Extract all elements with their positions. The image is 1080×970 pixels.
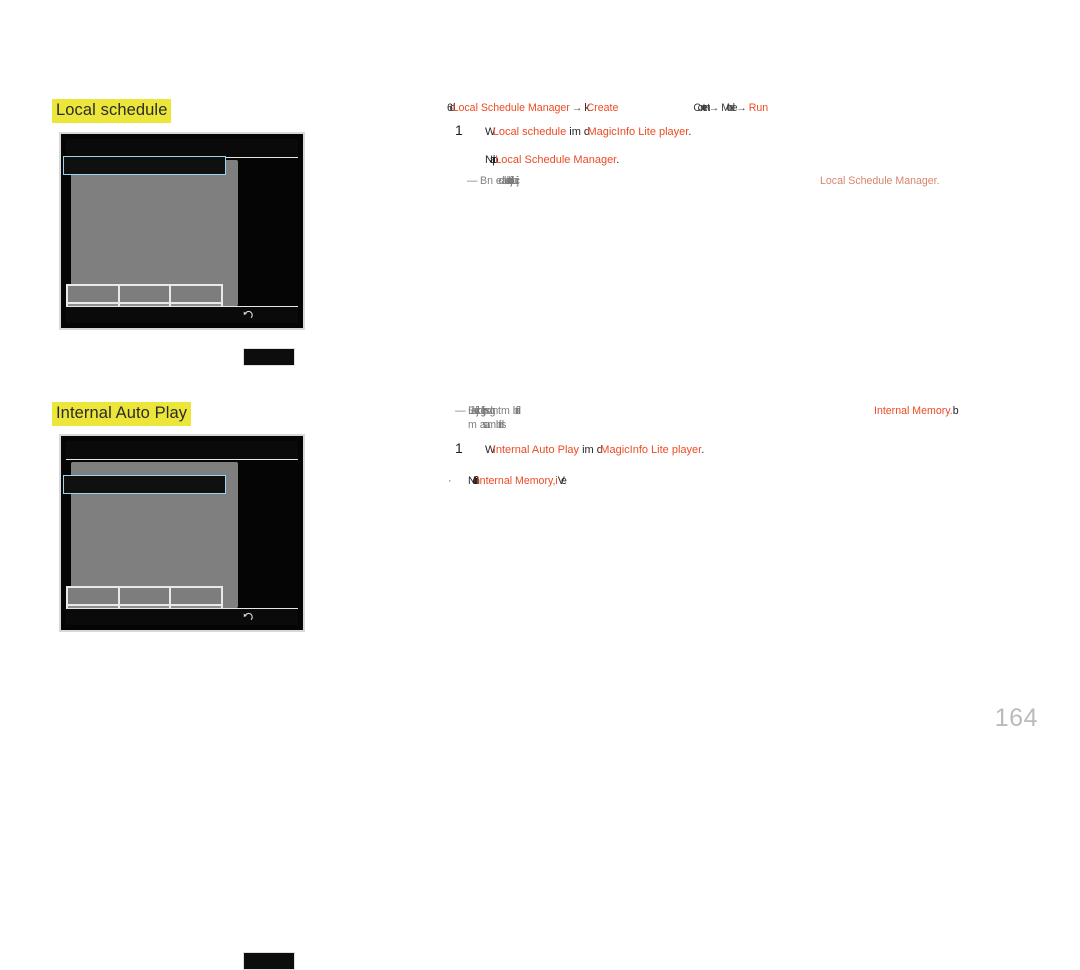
mockup-grid-cell xyxy=(171,286,221,302)
mockup-footer xyxy=(66,306,298,323)
note-grey-line2-b: asam xyxy=(479,419,496,431)
bullet-dot-icon: · xyxy=(448,475,452,487)
step-overlap-lead: W xyxy=(485,126,495,138)
note-grey-overlap: edableldjtabcji xyxy=(495,175,518,187)
step-number: 1 xyxy=(455,440,463,456)
internal-auto-play-mockup xyxy=(59,434,305,970)
mockup-titlebar xyxy=(66,441,298,460)
step-term-2: MagicInfo Lite player xyxy=(600,444,702,456)
return-arrow-icon xyxy=(242,309,254,321)
step-overlap-lead: W xyxy=(485,444,495,456)
step-term-2: MagicInfo Lite player xyxy=(587,126,689,138)
note-internal-auto-play-line1: — Eladjkdgjhsdgn tm bfdi xyxy=(455,404,521,418)
breadcrumb-local-schedule: 6dLocal Schedule Manager → kCreate Content… xyxy=(447,101,768,115)
step-item-local-schedule: 1 WLocal schedule im dMagicInfo Lite pla… xyxy=(455,122,692,140)
bullet-overlap-tail: Ve xyxy=(557,475,567,487)
breadcrumb-item-2: Create xyxy=(586,102,619,114)
right-note-internal-auto-play: Internal Memory.b xyxy=(874,404,959,418)
local-schedule-mockup xyxy=(59,132,305,366)
mockup-grid-cell xyxy=(119,286,170,302)
right-note-text: Internal Memory. xyxy=(874,405,953,417)
note-dash-icon: — xyxy=(455,405,466,417)
step-term-1: Local schedule xyxy=(492,126,567,138)
section-heading-internal-auto-play: Internal Auto Play xyxy=(52,402,192,426)
bullet-item-internal-memory: · NdithInternal Memory,iVe xyxy=(448,474,567,489)
step-connector: im xyxy=(582,444,594,456)
step-period: . xyxy=(701,444,705,456)
note-local-schedule: — Bn edableldjtabcji xyxy=(467,174,518,188)
mockup-selected-row xyxy=(63,156,226,175)
bullet-term: Internal Memory xyxy=(476,475,553,487)
step-period: . xyxy=(688,126,692,138)
note-grey-mid-1: tm xyxy=(498,405,510,417)
substep-overlap-lead: Natrip xyxy=(485,154,498,166)
mockup-side-button xyxy=(243,348,295,366)
substep-local-schedule: NatripLocal Schedule Manager. xyxy=(455,153,619,168)
mockup-footer xyxy=(66,608,298,625)
note-grey-lead: Bn xyxy=(480,175,493,187)
breadcrumb-arrow-1: → xyxy=(571,102,583,114)
mockup-grid-cell xyxy=(68,286,118,302)
section-heading-local-schedule: Local schedule xyxy=(52,99,172,123)
step-number: 1 xyxy=(455,122,463,138)
return-arrow-icon xyxy=(242,611,254,623)
breadcrumb-arrow-2: → xyxy=(708,102,720,114)
step-item-internal-auto-play: 1 WInternal Auto Play im dMagicInfo Lite… xyxy=(455,440,705,458)
step-term-1: Internal Auto Play xyxy=(492,444,580,456)
note-grey-line2-a: m xyxy=(468,419,477,431)
mockup-grid-cell xyxy=(68,588,118,604)
substep-period: . xyxy=(616,154,620,166)
note-grey-overlap-1: Eladjkdgjhsdgn xyxy=(468,405,498,417)
mockup-grid-cell xyxy=(171,588,221,604)
manual-page: Local schedule 6dLocal Schedule Manager →… xyxy=(0,0,1080,970)
right-note-local-schedule: Local Schedule Manager. xyxy=(820,175,940,187)
substep-term: Local Schedule Manager xyxy=(495,154,617,166)
note-internal-auto-play-line2: m asam bfds xyxy=(468,418,507,432)
note-grey-line2-c: bfds xyxy=(495,419,507,431)
breadcrumb-item-3: Run xyxy=(748,102,769,114)
right-note-overlap-tail: b xyxy=(952,405,959,417)
step-connector: im xyxy=(569,126,581,138)
breadcrumb-overlap-tail-2: Mode xyxy=(721,102,737,114)
note-dash-icon: — xyxy=(467,175,478,187)
note-grey-tail-1: bfdi xyxy=(512,405,521,417)
mockup-selected-row xyxy=(63,475,226,494)
breadcrumb-item-1: Local Schedule Manager xyxy=(452,102,570,114)
breadcrumb-overlap-tail-1: Content xyxy=(693,102,710,114)
breadcrumb-arrow-3: → xyxy=(736,102,747,114)
bullet-overlap-lead: Ndith xyxy=(468,475,480,487)
mockup-grid-cell xyxy=(119,588,170,604)
mockup-side-button xyxy=(243,952,295,970)
page-number: 164 xyxy=(994,704,1038,732)
